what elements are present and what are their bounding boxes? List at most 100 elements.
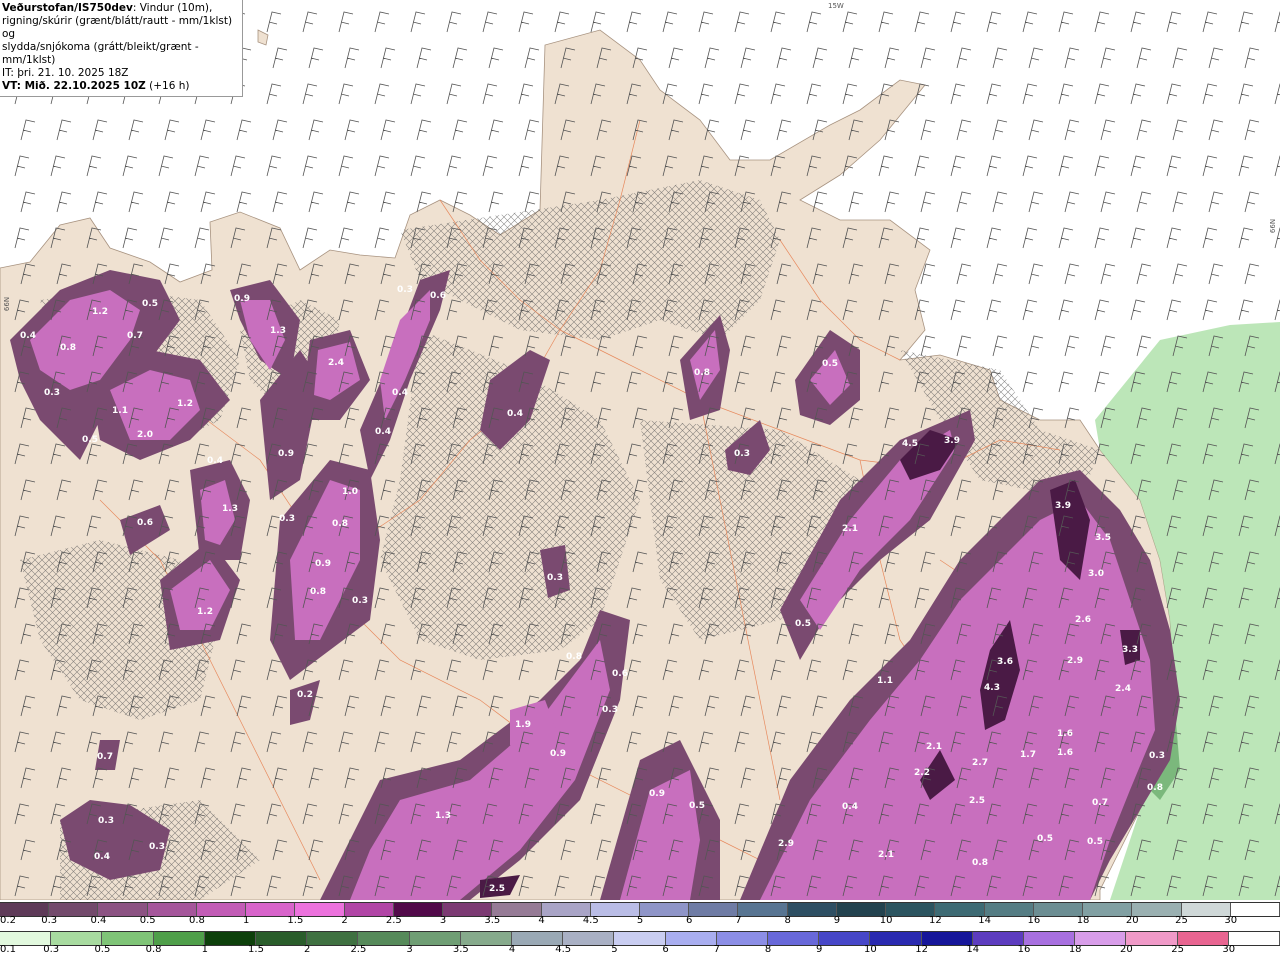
precip-value-label: 1.7: [1020, 750, 1036, 760]
precip-value-label: 0.8: [694, 368, 710, 378]
legend-swatch: [787, 903, 837, 916]
precip-value-label: 0.5: [1037, 834, 1053, 844]
legend-tick: 3.5: [484, 915, 501, 926]
precip-value-label: 2.6: [1075, 615, 1091, 625]
legend-tick: 3.5: [452, 944, 469, 955]
precip-value-label: 0.9: [234, 294, 250, 304]
legend-tick: 2.5: [385, 915, 402, 926]
precip-value-label: 1.9: [515, 720, 531, 730]
legend-rain: 0.1 0.3 0.5 0.8 1 1.5 2 2.5 3 3.5 4 4.5 5 6 7 8 9 10 12 14 1…: [0, 929, 1280, 958]
legend-tick: 0.8: [145, 944, 162, 955]
legend-tick: 1: [242, 915, 250, 926]
legend-tick: 6: [686, 915, 693, 926]
legend-tick: 5: [636, 915, 644, 926]
precip-value-label: 1.6: [1057, 729, 1073, 739]
precip-value-label: 0.3: [98, 816, 114, 826]
legend-tick: 16: [1027, 915, 1041, 926]
precip-value-label: 0.5: [1087, 837, 1103, 847]
precip-value-label: 3.3: [1122, 645, 1138, 655]
precip-value-label: 2.1: [926, 742, 942, 752]
legend-swatch: [1181, 903, 1231, 916]
coord-top-lon: 15W: [828, 2, 844, 10]
legend-tick: 9: [816, 944, 823, 955]
legend-tick: 8: [784, 915, 791, 926]
legend-tick: 25: [1171, 944, 1184, 955]
coord-left-lat: 66N: [3, 296, 12, 312]
precip-value-label: 0.7: [127, 331, 143, 341]
precip-value-label: 0.2: [297, 690, 313, 700]
legend-swatch: [972, 932, 1024, 945]
precip-value-label: 0.3: [352, 596, 368, 606]
precip-value-label: 0.4: [392, 388, 408, 398]
precip-value-label: 4.5: [902, 439, 918, 449]
legend-tick: 3: [406, 944, 413, 955]
precip-value-label: 2.7: [972, 758, 988, 768]
precip-value-label: 0.8: [332, 519, 348, 529]
precip-value-label: 0.8: [566, 652, 582, 662]
legend-tick: 4.5: [582, 915, 599, 926]
island: [257, 29, 269, 46]
legend-tick: 30: [1224, 915, 1238, 926]
legend-swatch: [768, 932, 820, 945]
legend-tick: 9: [833, 915, 841, 926]
legend-swatch: [738, 903, 788, 916]
precip-value-label: 0.9: [550, 749, 566, 759]
legend-tick: 6: [662, 944, 669, 955]
legend-swatch: [886, 903, 936, 916]
precip-value-label: 2.5: [969, 796, 985, 806]
precip-value-label: 2.9: [1067, 656, 1083, 666]
legend-tick: 4.5: [555, 944, 572, 955]
precip-value-label: 0.7: [1092, 798, 1108, 808]
legend-tick: 1.5: [287, 915, 304, 926]
legend-swatch: [1024, 932, 1076, 945]
legend-tick: 10: [879, 915, 893, 926]
precip-value-label: 0.8: [972, 858, 988, 868]
legend-swatch: [1126, 932, 1178, 945]
legend-swatch: [870, 932, 922, 945]
precip-value-label: 1.3: [435, 811, 451, 821]
legend-tick: 12: [929, 915, 942, 926]
precip-value-label: 0.8: [1147, 783, 1163, 793]
map-canvas: 0.4 1.2 0.5 0.8 0.7 0.3 1.1 1.2 0.5 2.0 0.4 1.3 0.6 1…: [0, 11, 1280, 900]
legend-tick: 1: [201, 944, 208, 955]
precip-value-label: 0.8: [310, 587, 326, 597]
precip-value-label: 0.3: [602, 705, 618, 715]
precip-value-label: 2.0: [137, 430, 153, 440]
precip-value-label: 3.5: [1095, 533, 1111, 543]
legend-tick: 0.8: [188, 915, 205, 926]
precip-value-label: 0.3: [734, 449, 750, 459]
precip-value-label: 0.9: [278, 449, 294, 459]
legend-tick: 18: [1076, 915, 1090, 926]
legend-swatch: [689, 903, 739, 916]
legend-swatch: [1075, 932, 1127, 945]
legend-tick: 8: [764, 944, 772, 955]
legend-swatch: [1230, 903, 1280, 916]
model-title: Veðurstofan/IS750dev: [2, 2, 133, 14]
precip-value-label: 1.1: [877, 676, 893, 686]
legend-tick: 10: [864, 944, 877, 955]
legend-swatch: [614, 932, 666, 945]
legend-tick: 16: [1017, 944, 1031, 955]
legend-swatch: [1083, 903, 1133, 916]
precip-value-label: 0.5: [142, 299, 158, 309]
coord-right-lat: 66N: [1269, 218, 1278, 234]
precip-value-label: 2.1: [878, 850, 894, 860]
precip-value-label: 0.3: [397, 285, 413, 295]
precip-value-label: 0.3: [547, 573, 563, 583]
precip-value-label: 0.5: [82, 435, 98, 445]
legend-tick: 5: [611, 944, 618, 955]
legend-tick: 14: [978, 915, 991, 926]
legend-tick: 14: [966, 944, 980, 955]
legend-tick: 30: [1222, 944, 1236, 955]
legend-tick: 0.4: [90, 915, 107, 926]
precip-value-label: 0.7: [97, 752, 113, 762]
legend-tick: 0.3: [41, 915, 58, 926]
snow-description: slydda/snjókoma (grátt/bleikt/grænt - mm…: [2, 41, 199, 66]
legend-swatch: [921, 932, 973, 945]
legend-rain-swatches: [0, 931, 1280, 946]
precip-value-label: 0.3: [149, 842, 165, 852]
legend-tick: 18: [1068, 944, 1082, 955]
legend-tick: 2: [341, 915, 348, 926]
precip-value-label: 0.6: [612, 669, 628, 679]
precip-value-label: 0.4: [842, 802, 858, 812]
